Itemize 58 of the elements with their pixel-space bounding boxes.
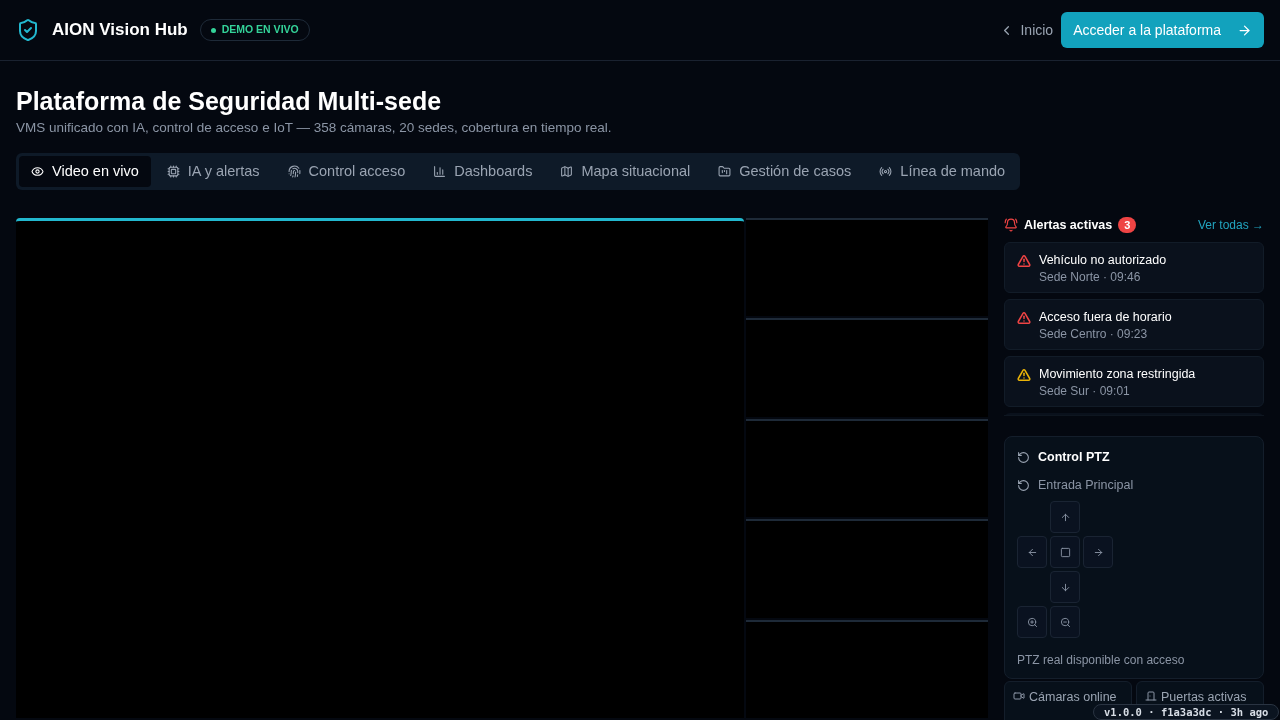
page-subtitle: VMS unificado con IA, control de acceso e IoT — 358 cámaras, 20 sedes, cobertura en tiempo real.	[16, 119, 613, 137]
zoom-in-icon	[1026, 616, 1038, 628]
alert-card[interactable]: Vehículo no autorizado Sede Norte · 09:46	[1004, 242, 1264, 293]
alert-meta: Sede Centro · 09:23	[1039, 326, 1149, 343]
page-title: Plataforma de Seguridad Multi-sede	[16, 86, 443, 117]
stat-label: Puertas activas	[1161, 689, 1247, 706]
video-tile[interactable]	[746, 218, 988, 317]
view-all-link[interactable]: Ver todas →	[1197, 216, 1264, 234]
rotate-icon	[1017, 450, 1030, 464]
alert-title: Vehículo no autorizado	[1039, 252, 1167, 269]
chip-icon	[166, 165, 180, 178]
alerts-title: Alertas activas	[1024, 216, 1113, 234]
folder-icon	[718, 165, 732, 178]
brand-name: AION Vision Hub	[52, 19, 188, 42]
stop-button[interactable]	[1050, 536, 1080, 568]
alert-count-badge: 3	[1118, 217, 1137, 233]
tab[interactable]: Línea de mando	[867, 156, 1018, 187]
stat-label: Cámaras online	[1029, 689, 1117, 706]
arrow-up-icon	[1059, 511, 1071, 523]
map-icon	[560, 165, 574, 178]
camera-name: Entrada Principal	[1038, 476, 1134, 494]
video-tile[interactable]	[746, 519, 988, 618]
alert-meta: Sede Norte · 09:46	[1039, 269, 1142, 286]
ptz-title: Control PTZ	[1038, 448, 1110, 466]
broadcast-icon	[879, 165, 893, 178]
shield-icon	[16, 18, 40, 42]
alert-meta: Sede Sur · 09:01	[1039, 383, 1131, 400]
video-tile[interactable]	[746, 418, 988, 518]
eye-icon	[31, 165, 44, 178]
tab[interactable]: Video en vivo	[19, 156, 151, 187]
square-icon	[1059, 546, 1071, 558]
bar-chart-icon	[433, 165, 447, 178]
tab[interactable]: Gestión de casos	[706, 156, 864, 187]
camera-icon	[1013, 690, 1025, 702]
version-badge: v1.0.0 · f1a3a3dc · 3h ago	[1093, 704, 1280, 720]
video-tile[interactable]	[16, 218, 744, 718]
home-link[interactable]: Inicio	[999, 19, 1054, 41]
alert-card[interactable]: Acceso fuera de horario Sede Centro · 09:23	[1004, 299, 1264, 350]
alert-title: Movimiento zona restringida	[1039, 366, 1196, 383]
arrow-down-icon	[1059, 581, 1071, 593]
arrow-right-icon	[1092, 546, 1104, 558]
zoom-in-button[interactable]	[1017, 606, 1047, 638]
zoom-out-button[interactable]	[1050, 606, 1080, 638]
door-icon	[1145, 690, 1157, 702]
video-tile[interactable]	[746, 619, 988, 719]
fingerprint-icon	[287, 165, 301, 178]
video-tile[interactable]	[746, 318, 988, 417]
alert-card[interactable]: Movimiento zona restringida Sede Sur · 09:01	[1004, 356, 1264, 407]
bell-icon	[1004, 218, 1018, 232]
zoom-out-icon	[1059, 616, 1071, 628]
rotate-icon	[1017, 478, 1030, 492]
alert-title: Acceso fuera de horario	[1039, 309, 1172, 326]
tab[interactable]: Mapa situacional	[548, 156, 703, 187]
tab[interactable]: Control acceso	[275, 156, 418, 187]
tab[interactable]: IA y alertas	[154, 156, 272, 187]
arrow-left-icon	[1026, 546, 1038, 558]
ptz-note: PTZ real disponible con acceso	[1017, 652, 1186, 668]
tab[interactable]: Dashboards	[421, 156, 545, 187]
